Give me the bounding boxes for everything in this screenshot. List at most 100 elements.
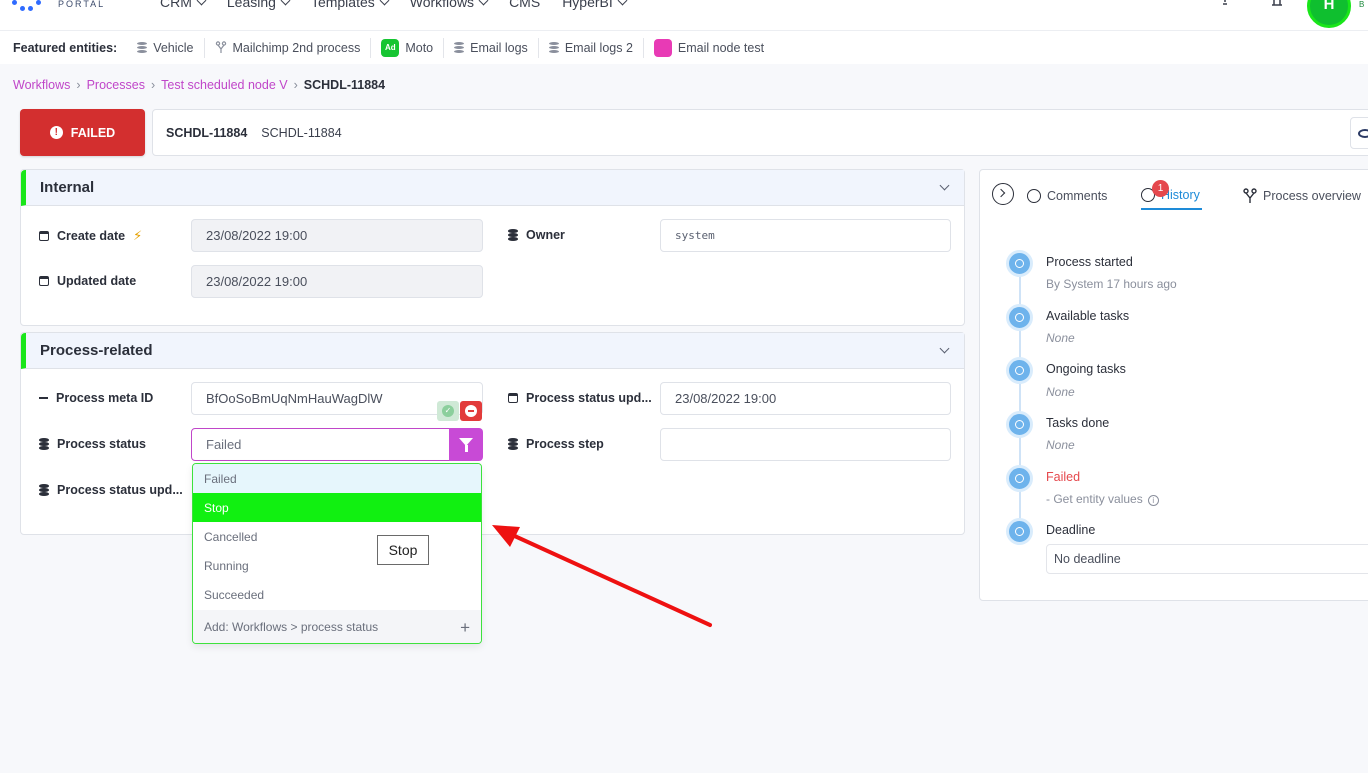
chevron-down-icon: [379, 0, 390, 5]
panel-title: Process-related: [40, 342, 153, 359]
main-menu: CRM Leasing Templates Workflows CMS Hype…: [160, 0, 628, 10]
status-updated-text: Process status upd...: [526, 391, 652, 405]
process-status-upd-label: Process status upd...: [39, 483, 183, 497]
dropdown-option-running[interactable]: Running: [193, 551, 481, 580]
process-id-bar: SCHDL-11884 SCHDL-11884: [152, 109, 1368, 156]
avatar-sub-label: B: [1359, 0, 1365, 9]
chevron-down-icon[interactable]: [939, 180, 950, 191]
menu-cms-label: CMS: [509, 0, 541, 10]
alarm-icon: [1006, 518, 1033, 545]
breadcrumb-separator: ›: [150, 78, 156, 92]
process-status-select[interactable]: Failed: [191, 428, 451, 461]
featured-item-mailchimp[interactable]: Mailchimp 2nd process: [205, 37, 372, 58]
featured-item-email-node-test[interactable]: Email node test: [644, 38, 774, 58]
confirm-button[interactable]: ✓: [437, 401, 459, 421]
filter-button[interactable]: [449, 428, 483, 461]
panel-title: Internal: [40, 179, 95, 196]
menu-cms[interactable]: CMS: [509, 0, 540, 10]
database-icon: [508, 229, 518, 241]
create-date-label: Create date ⚡: [39, 228, 142, 244]
dropdown-option-succeeded[interactable]: Succeeded: [193, 580, 481, 609]
create-date-text: Create date: [57, 229, 126, 243]
menu-templates-label: Templates: [310, 0, 375, 10]
dropdown-option-stop[interactable]: Stop: [193, 493, 481, 522]
timeline-title: Failed: [1046, 470, 1081, 484]
owner-label: Owner: [508, 228, 565, 242]
process-status-upd-text: Process status upd...: [57, 483, 183, 497]
menu-workflows-label: Workflows: [409, 0, 475, 10]
power-icon: [1006, 250, 1033, 277]
ad-badge-icon: Ad: [381, 38, 400, 57]
check-icon: ✓: [442, 405, 454, 417]
chevron-down-icon: [280, 0, 291, 5]
tab-history[interactable]: 1 History: [1141, 180, 1202, 210]
timeline-title: Tasks done: [1046, 416, 1110, 430]
breadcrumb-separator: ›: [76, 78, 81, 92]
tab-comments[interactable]: Comments: [1027, 182, 1107, 210]
featured-item-label: Email logs 2: [564, 40, 633, 55]
menu-templates[interactable]: Templates: [310, 0, 390, 10]
timeline-sub-with-info: - Get entity values i: [1046, 492, 1159, 506]
status-updated-field[interactable]: 23/08/2022 19:00: [660, 382, 951, 415]
calendar-icon: [39, 231, 49, 241]
collapse-panel-button[interactable]: [992, 183, 1014, 205]
updated-date-label: Updated date: [39, 274, 136, 288]
calendar-icon: [508, 393, 518, 403]
featured-item-vehicle[interactable]: Vehicle: [127, 37, 205, 58]
menu-workflows[interactable]: Workflows: [409, 0, 489, 10]
menu-leasing-label: Leasing: [226, 0, 276, 10]
chevron-right-icon: [996, 188, 1006, 198]
process-related-panel-header[interactable]: Process-related: [21, 333, 964, 369]
history-panel: Comments 1 History Process overview: [979, 169, 1368, 601]
lightbulb-icon[interactable]: [1218, 0, 1232, 8]
remove-button[interactable]: [460, 401, 482, 421]
chevron-down-icon: [617, 0, 628, 5]
database-icon: [39, 484, 49, 496]
logo-text: PORTAL: [58, 0, 106, 9]
view-button[interactable]: [1350, 117, 1368, 149]
avatar[interactable]: H: [1307, 0, 1351, 28]
notification-badge: 1: [1152, 180, 1169, 197]
menu-crm[interactable]: CRM: [160, 0, 207, 10]
featured-item-label: Moto: [405, 40, 434, 55]
featured-item-moto[interactable]: Ad Moto: [371, 37, 445, 58]
status-badge[interactable]: ! FAILED: [20, 109, 145, 156]
tab-process-overview[interactable]: Process overview: [1243, 182, 1361, 210]
featured-item-label: Email node test: [677, 40, 765, 55]
menu-crm-label: CRM: [160, 0, 192, 10]
timeline-title: Available tasks: [1046, 309, 1130, 323]
process-id-sub: SCHDL-11884: [261, 125, 342, 140]
dropdown-option-failed[interactable]: Failed: [193, 464, 481, 493]
database-icon: [548, 41, 559, 54]
timeline-title: Ongoing tasks: [1046, 362, 1126, 376]
process-status-label: Process status: [39, 437, 146, 451]
bell-icon[interactable]: [1270, 0, 1284, 8]
create-date-field: 23/08/2022 19:00: [191, 219, 483, 252]
filter-icon: [459, 438, 473, 452]
portal-logo[interactable]: PORTAL: [12, 0, 112, 18]
timeline-title: Deadline: [1046, 523, 1096, 537]
deadline-field[interactable]: No deadline: [1046, 544, 1368, 574]
logo-dots-icon: [12, 0, 48, 14]
fork-icon: [1243, 188, 1257, 203]
database-icon: [137, 41, 148, 54]
owner-field[interactable]: system: [660, 219, 951, 252]
internal-panel-header[interactable]: Internal: [21, 170, 964, 206]
lightning-icon: ⚡: [133, 228, 143, 243]
dropdown-add-option[interactable]: Add: Workflows > process status +: [193, 610, 481, 643]
breadcrumb-test-node[interactable]: Test scheduled node V: [161, 78, 287, 92]
menu-hyperbi[interactable]: HyperBI: [562, 0, 628, 10]
process-step-field[interactable]: [660, 428, 951, 461]
chevron-down-icon: [196, 0, 207, 5]
breadcrumb-processes[interactable]: Processes: [87, 78, 145, 92]
calendar-icon: [39, 276, 49, 286]
menu-leasing[interactable]: Leasing: [226, 0, 291, 10]
featured-item-email-logs-2[interactable]: Email logs 2: [539, 37, 644, 58]
breadcrumb-workflows[interactable]: Workflows: [13, 78, 70, 92]
dropdown-option-cancelled[interactable]: Cancelled: [193, 522, 481, 551]
plus-icon: +: [460, 618, 470, 637]
chevron-down-icon[interactable]: [939, 343, 950, 354]
info-icon[interactable]: i: [1147, 495, 1159, 506]
dash-icon: [39, 397, 48, 399]
featured-item-email-logs[interactable]: Email logs: [444, 37, 539, 58]
